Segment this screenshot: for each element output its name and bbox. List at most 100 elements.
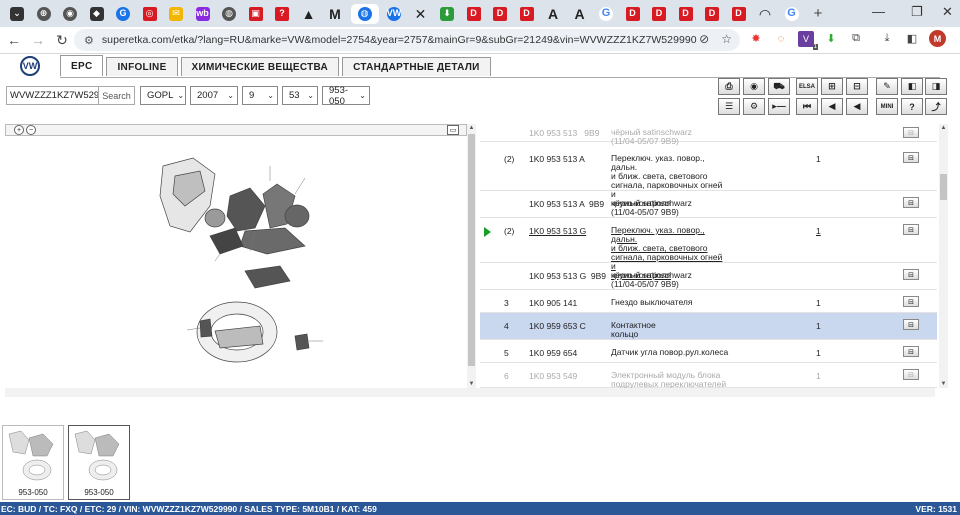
minimize-icon[interactable]: — xyxy=(872,4,885,19)
parts-scrollbar[interactable]: ▲ ▼ xyxy=(939,124,948,388)
previous-icon[interactable]: ◀ xyxy=(821,98,843,115)
wheel-icon[interactable]: ◉ xyxy=(743,78,765,95)
extension-swirl-icon[interactable]: ◌ xyxy=(773,31,789,47)
browser-tab[interactable]: ◍ xyxy=(350,3,379,24)
table-row[interactable]: 1K0 953 513 A 9B9 чёрный satinschwarz (11/… xyxy=(480,191,937,218)
downloads-icon[interactable]: ⤓ xyxy=(879,31,895,47)
zoom-out-icon[interactable]: − xyxy=(26,125,36,135)
pin-icon[interactable]: ✎ xyxy=(876,78,898,95)
browser-tab[interactable]: D xyxy=(701,4,723,24)
browser-tab[interactable]: D xyxy=(648,4,670,24)
table-row[interactable]: 3 1K0 905 141 Гнездо выключателя 1 ⊟ xyxy=(480,290,937,313)
illustration-thumbnail[interactable]: 953-050 xyxy=(68,425,130,500)
browser-tab[interactable]: D xyxy=(463,4,485,24)
diagram-area[interactable] xyxy=(5,136,467,388)
export-icon[interactable]: ⤴ xyxy=(925,98,947,115)
add-to-cart-icon[interactable]: ⊟ xyxy=(903,152,919,163)
scroll-down-icon[interactable]: ▼ xyxy=(467,381,476,387)
back-icon[interactable]: ← xyxy=(2,32,26,48)
extension-shield-icon[interactable]: ✸ xyxy=(748,31,764,47)
browser-tab[interactable]: D xyxy=(728,4,750,24)
reload-icon[interactable]: ↻ xyxy=(50,32,74,49)
browser-tab[interactable]: M xyxy=(324,4,346,24)
browser-tab[interactable]: ✉ xyxy=(165,4,187,24)
engine-icon[interactable]: ⚙ xyxy=(743,98,765,115)
scroll-down-icon[interactable]: ▼ xyxy=(939,381,948,387)
table-row[interactable]: 4 1K0 959 653 C Контактное кольцо 1 ⊟ xyxy=(480,313,937,340)
browser-tab[interactable]: ⬇ xyxy=(436,4,458,24)
browser-tab[interactable]: A xyxy=(569,4,591,24)
restore-icon[interactable]: ❐ xyxy=(911,4,923,20)
car-icon[interactable]: ⛟ xyxy=(768,78,790,95)
horizontal-scrollbar[interactable] xyxy=(5,388,935,397)
browser-tab[interactable]: ◎ xyxy=(139,4,161,24)
tab-standard-parts[interactable]: СТАНДАРТНЫЕ ДЕТАЛИ xyxy=(342,57,491,76)
forward-icon[interactable]: → xyxy=(26,32,50,48)
browser-tab[interactable]: ⊕ xyxy=(33,4,55,24)
scroll-up-icon[interactable]: ▲ xyxy=(467,125,476,131)
cart-add-icon[interactable]: ⊞ xyxy=(821,78,843,95)
print-icon[interactable]: ⎙ xyxy=(718,78,740,95)
fullscreen-icon[interactable]: ▭ xyxy=(447,125,459,135)
step-icon[interactable]: ▸— xyxy=(768,98,790,115)
table-row[interactable]: 1K0 953 513 G 9B9 чёрный satinschwarz (11/… xyxy=(480,263,937,290)
table-row[interactable]: 6 1K0 953 549 Электронный модуль блока подр… xyxy=(480,363,937,388)
parts-scroll-thumb[interactable] xyxy=(940,174,947,200)
tab-epc[interactable]: EPC xyxy=(60,55,104,76)
site-settings-icon[interactable]: ⚙ xyxy=(84,34,94,47)
zoom-in-icon[interactable]: + xyxy=(14,125,24,135)
browser-tab[interactable]: ◍ xyxy=(218,4,240,24)
illustration-thumbnail[interactable]: 953-050 xyxy=(2,425,64,500)
diagram-scrollbar[interactable]: ▲ ▼ xyxy=(467,124,476,388)
search-button[interactable]: Search xyxy=(99,86,135,105)
first-icon[interactable]: ⏮ xyxy=(796,98,818,115)
menu-kebab-icon[interactable]: ⋮ xyxy=(955,31,960,47)
add-to-cart-icon[interactable]: ⊟ xyxy=(903,319,919,330)
close-icon[interactable]: ✕ xyxy=(942,4,953,20)
browser-tab[interactable]: VW xyxy=(383,4,405,24)
browser-tab[interactable]: ✕ xyxy=(410,4,432,24)
add-to-cart-icon[interactable]: ⊟ xyxy=(903,269,919,280)
add-to-cart-icon[interactable]: ⊟ xyxy=(903,127,919,138)
extensions-puzzle-icon[interactable]: ⧉ xyxy=(848,31,864,47)
browser-tab[interactable]: G xyxy=(595,4,617,24)
sidepanel-icon[interactable]: ◧ xyxy=(904,31,920,47)
cart-icon[interactable]: ⊟ xyxy=(846,78,868,95)
prev-page-icon[interactable]: ◧ xyxy=(901,78,923,95)
help-icon[interactable]: ? xyxy=(901,98,923,115)
add-to-cart-icon[interactable]: ⊟ xyxy=(903,296,919,307)
list-icon[interactable]: ☰ xyxy=(718,98,740,115)
elsa-button[interactable]: ELSA xyxy=(796,78,818,95)
browser-tab[interactable]: ? xyxy=(271,4,293,24)
next-page-icon[interactable]: ◨ xyxy=(925,78,947,95)
browser-tab[interactable]: wb xyxy=(192,4,214,24)
sub-group-select[interactable]: 53 ⌄ xyxy=(282,86,318,105)
vin-input[interactable] xyxy=(6,86,99,105)
browser-tab[interactable]: D xyxy=(516,4,538,24)
table-row[interactable]: 1K0 953 513 9B9 чёрный satinschwarz (11/04… xyxy=(480,124,937,146)
tab-infoline[interactable]: INFOLINE xyxy=(106,57,178,76)
browser-tab[interactable]: ◆ xyxy=(86,4,108,24)
new-tab-button[interactable]: + xyxy=(807,4,829,24)
browser-tab[interactable]: ◠ xyxy=(754,4,776,24)
main-group-select[interactable]: 9 ⌄ xyxy=(242,86,278,105)
add-to-cart-icon[interactable]: ⊟ xyxy=(903,197,919,208)
minis-button[interactable]: MINI xyxy=(876,98,898,115)
table-row[interactable]: (2) 1K0 953 513 A Переключ. указ. повор., … xyxy=(480,146,937,208)
diagram-scroll-thumb[interactable] xyxy=(468,134,475,366)
browser-tab[interactable]: ▲ xyxy=(298,4,320,24)
part-number[interactable]: 1K0 953 513 G xyxy=(529,226,586,236)
illustration-select[interactable]: 953-050 ⌄ xyxy=(322,85,370,107)
model-select[interactable]: GOPL ⌄ xyxy=(140,86,186,105)
table-row[interactable]: (2) 1K0 953 513 G Переключ. указ. повор., … xyxy=(480,218,937,280)
extension-download-icon[interactable]: ⬇ xyxy=(823,31,839,47)
add-to-cart-icon[interactable]: ⊟ xyxy=(903,369,919,380)
extension-v-icon[interactable]: V1 xyxy=(798,30,818,50)
table-row[interactable]: 5 1K0 959 654 Датчик угла повор.рул.колеса… xyxy=(480,340,937,363)
back-step-icon[interactable]: ◀ xyxy=(846,98,868,115)
browser-tab[interactable]: G xyxy=(112,4,134,24)
profile-avatar[interactable]: M xyxy=(929,30,946,47)
browser-tab[interactable]: ◉ xyxy=(59,4,81,24)
tab-chemicals[interactable]: ХИМИЧЕСКИЕ ВЕЩЕСТВА xyxy=(180,57,340,76)
add-to-cart-icon[interactable]: ⊟ xyxy=(903,224,919,235)
